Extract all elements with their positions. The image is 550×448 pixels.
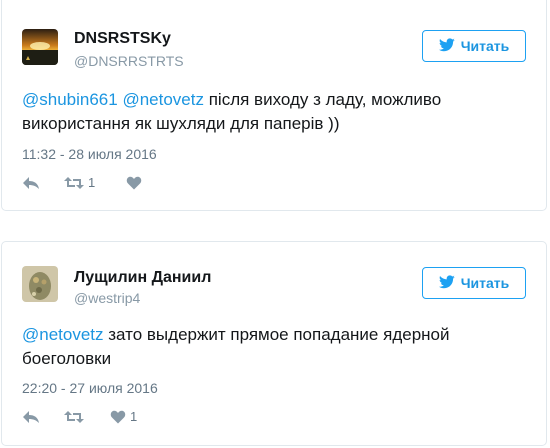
avatar[interactable] xyxy=(22,266,58,302)
tweet-text-line: зато выдержит прямое попадание ядерной xyxy=(103,325,450,344)
tweet-text: @netovetz зато выдержит прямое попадание… xyxy=(22,323,526,371)
mention-link[interactable]: @netovetz xyxy=(122,90,204,109)
follow-button[interactable]: Читать xyxy=(422,267,526,299)
like-button[interactable]: 1 xyxy=(110,409,137,424)
reply-button[interactable] xyxy=(22,410,64,424)
follow-button[interactable]: Читать xyxy=(422,30,526,62)
retweet-icon xyxy=(64,176,84,190)
like-button[interactable] xyxy=(126,176,146,190)
mention-link[interactable]: @netovetz xyxy=(22,325,104,344)
tweet-text-line: боеголовки xyxy=(22,349,112,368)
like-count: 1 xyxy=(130,409,138,424)
user-handle[interactable]: @westrip4 xyxy=(74,290,140,306)
reply-button[interactable] xyxy=(22,176,64,190)
retweet-count: 1 xyxy=(88,175,96,190)
mention-link[interactable]: @shubin661 xyxy=(22,90,118,109)
follow-label: Читать xyxy=(460,275,510,291)
tweet-text: @shubin661 @netovetz після виходу з ладу… xyxy=(22,88,526,136)
timestamp[interactable]: 11:32 - 28 июля 2016 xyxy=(22,146,157,162)
tweet-card: Лущилин Даниил @westrip4 Читать @netovet… xyxy=(1,241,547,446)
reply-icon xyxy=(22,410,40,424)
tweet-card: DNSRSTSKy @DNSRRSTRTS Читать @shubin661 … xyxy=(1,0,547,211)
tweet-actions: 1 xyxy=(22,175,146,190)
display-name[interactable]: Лущилин Даниил xyxy=(74,269,211,287)
retweet-button[interactable]: 1 xyxy=(64,175,126,190)
retweet-icon xyxy=(64,410,84,424)
twitter-bird-icon xyxy=(438,37,455,55)
reply-icon xyxy=(22,176,40,190)
user-handle[interactable]: @DNSRRSTRTS xyxy=(74,53,184,69)
tweet-text-line: після виходу з ладу, можливо xyxy=(203,90,442,109)
display-name[interactable]: DNSRSTSKy xyxy=(74,30,171,48)
avatar[interactable] xyxy=(22,29,58,65)
follow-label: Читать xyxy=(460,38,510,54)
retweet-button[interactable] xyxy=(64,410,110,424)
timestamp[interactable]: 22:20 - 27 июля 2016 xyxy=(22,380,158,396)
twitter-bird-icon xyxy=(438,274,455,292)
heart-icon xyxy=(110,410,126,424)
tweet-text-line: використання як шухляди для паперів )) xyxy=(22,114,340,133)
tweet-actions: 1 xyxy=(22,409,137,424)
heart-icon xyxy=(126,176,142,190)
